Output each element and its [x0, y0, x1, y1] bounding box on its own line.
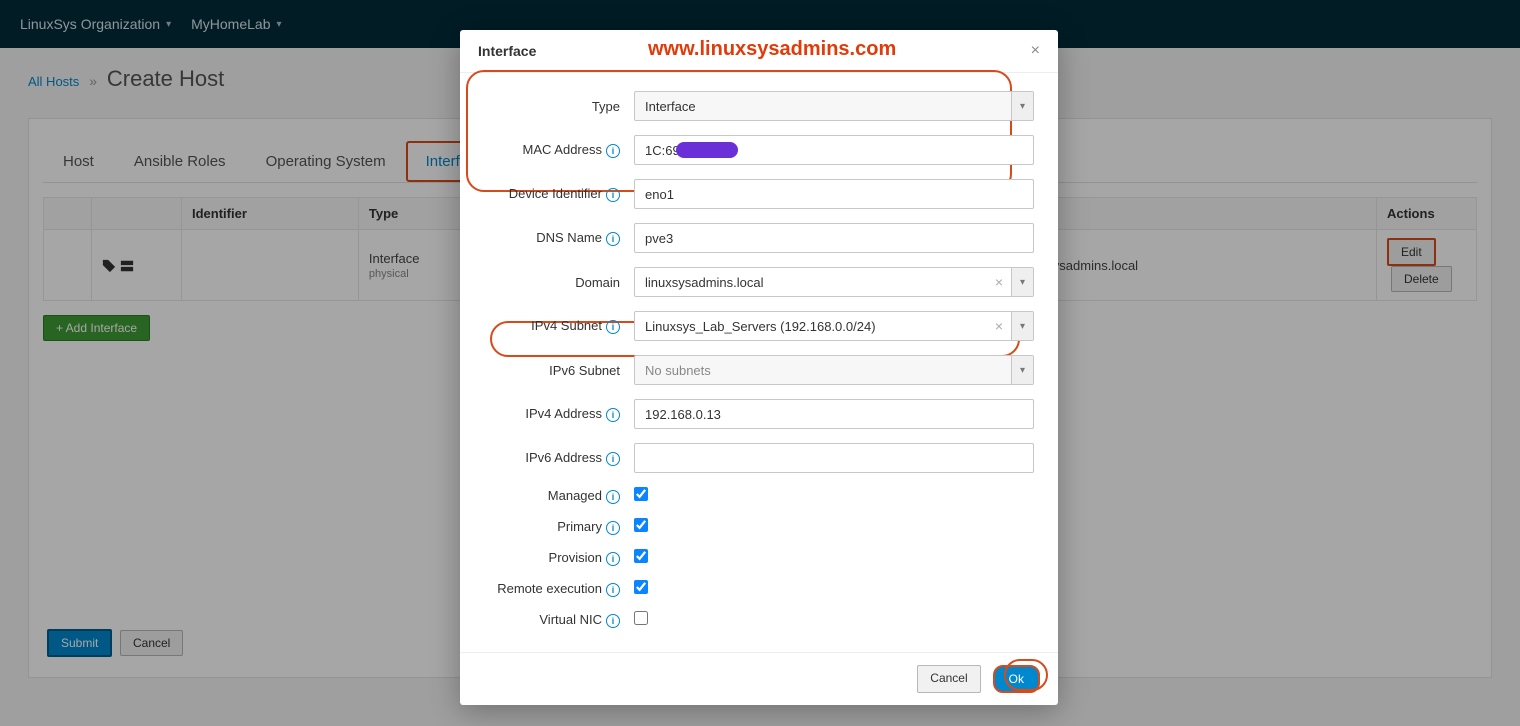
primary-label: Primaryi: [484, 519, 634, 535]
info-icon[interactable]: i: [606, 490, 620, 504]
clear-icon[interactable]: ×: [995, 318, 1003, 334]
modal-title: Interface: [478, 43, 536, 59]
dns-label: DNS Namei: [484, 230, 634, 246]
info-icon[interactable]: i: [606, 452, 620, 466]
type-value: Interface: [645, 99, 696, 114]
managed-label: Managedi: [484, 488, 634, 504]
clear-icon[interactable]: ×: [995, 274, 1003, 290]
info-icon[interactable]: i: [606, 188, 620, 202]
v6sub-select[interactable]: No subnets ▾: [634, 355, 1034, 385]
mac-label: MAC Addressi: [484, 142, 634, 158]
redacted-block: [676, 142, 738, 158]
info-icon[interactable]: i: [606, 144, 620, 158]
remote-label: Remote executioni: [484, 581, 634, 597]
info-icon[interactable]: i: [606, 614, 620, 628]
v4addr-input[interactable]: [634, 399, 1034, 429]
highlight-group-1: [466, 70, 1012, 192]
v4sub-select[interactable]: Linuxsys_Lab_Servers (192.168.0.0/24) × …: [634, 311, 1034, 341]
info-icon[interactable]: i: [606, 408, 620, 422]
info-icon[interactable]: i: [606, 232, 620, 246]
v4addr-label: IPv4 Addressi: [484, 406, 634, 422]
devid-label: Device Identifieri: [484, 186, 634, 202]
interface-modal: Interface × Type Interface ▾ MAC Address…: [460, 30, 1058, 705]
type-select[interactable]: Interface ▾: [634, 91, 1034, 121]
v6addr-label: IPv6 Addressi: [484, 450, 634, 466]
close-icon[interactable]: ×: [1031, 42, 1040, 60]
info-icon[interactable]: i: [606, 320, 620, 334]
modal-ok-button[interactable]: Ok: [993, 665, 1040, 693]
chevron-down-icon: ▾: [1011, 312, 1033, 340]
provision-checkbox[interactable]: [634, 549, 648, 563]
v6sub-label: IPv6 Subnet: [484, 363, 634, 378]
type-label: Type: [484, 99, 634, 114]
v4sub-value: Linuxsys_Lab_Servers (192.168.0.0/24): [645, 319, 876, 334]
v6addr-input[interactable]: [634, 443, 1034, 473]
domain-select[interactable]: linuxsysadmins.local × ▾: [634, 267, 1034, 297]
virtual-label: Virtual NICi: [484, 612, 634, 628]
modal-cancel-button[interactable]: Cancel: [917, 665, 980, 693]
provision-label: Provisioni: [484, 550, 634, 566]
v4sub-label: IPv4 Subneti: [484, 318, 634, 334]
remote-checkbox[interactable]: [634, 580, 648, 594]
managed-checkbox[interactable]: [634, 487, 648, 501]
v6sub-value: No subnets: [645, 363, 711, 378]
chevron-down-icon: ▾: [1011, 356, 1033, 384]
chevron-down-icon: ▾: [1011, 268, 1033, 296]
virtual-checkbox[interactable]: [634, 611, 648, 625]
info-icon[interactable]: i: [606, 521, 620, 535]
domain-value: linuxsysadmins.local: [645, 275, 764, 290]
dns-input[interactable]: [634, 223, 1034, 253]
chevron-down-icon: ▾: [1011, 92, 1033, 120]
info-icon[interactable]: i: [606, 552, 620, 566]
info-icon[interactable]: i: [606, 583, 620, 597]
domain-label: Domain: [484, 275, 634, 290]
primary-checkbox[interactable]: [634, 518, 648, 532]
devid-input[interactable]: [634, 179, 1034, 209]
